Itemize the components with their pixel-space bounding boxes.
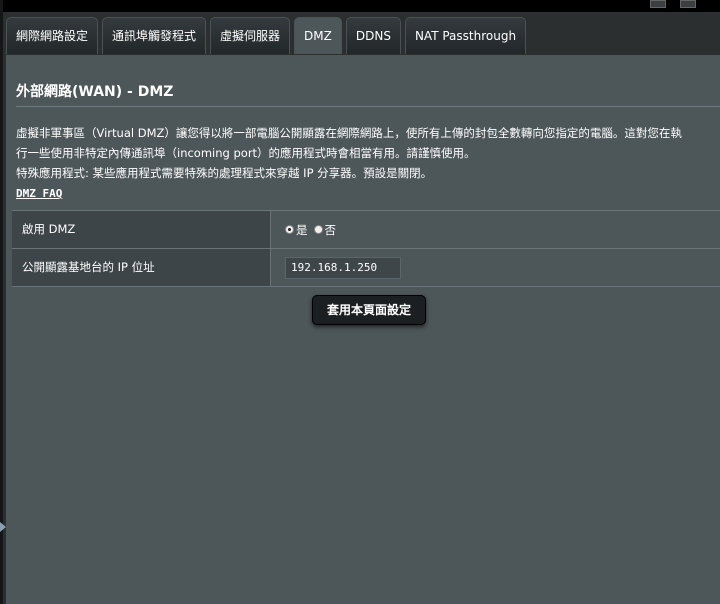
ip-address-input[interactable] xyxy=(285,256,401,279)
title-divider xyxy=(16,106,720,107)
apply-button[interactable]: 套用本頁面設定 xyxy=(312,295,426,325)
left-edge xyxy=(0,0,3,604)
radio-no[interactable] xyxy=(313,225,323,234)
description-line: 虛擬非軍事區（Virtual DMZ）讓您得以將一部電腦公開顯露在網際網路上，使… xyxy=(16,126,682,140)
tab-internet-settings[interactable]: 網際網路設定 xyxy=(6,17,99,54)
description-line: 行一些使用非特定內傳通訊埠（incoming port）的應用程式時會相當有用。… xyxy=(16,146,476,160)
ip-address-cell xyxy=(271,249,720,286)
ip-address-label: 公開顯露基地台的 IP 位址 xyxy=(12,249,271,286)
tab-nat-passthrough[interactable]: NAT Passthrough xyxy=(404,17,527,54)
tab-port-trigger[interactable]: 通訊埠觸發程式 xyxy=(102,17,207,54)
window-control-icon[interactable] xyxy=(650,0,666,8)
tab-virtual-server[interactable]: 虛擬伺服器 xyxy=(210,17,291,54)
table-row: 公開顯露基地台的 IP 位址 xyxy=(12,249,720,287)
description-line: 特殊應用程式: 某些應用程式需要特殊的處理程式來穿越 IP 分享器。預設是關閉。 xyxy=(16,166,433,180)
description: 虛擬非軍事區（Virtual DMZ）讓您得以將一部電腦公開顯露在網際網路上，使… xyxy=(16,123,682,204)
settings-table: 啟用 DMZ 是 否 公開顯露基地台的 IP 位址 xyxy=(12,210,720,287)
radio-no-label[interactable]: 否 xyxy=(325,222,337,238)
enable-dmz-options: 是 否 xyxy=(271,211,720,248)
enable-dmz-label: 啟用 DMZ xyxy=(12,211,271,248)
table-row: 啟用 DMZ 是 否 xyxy=(12,211,720,249)
window-top-strip xyxy=(0,0,720,12)
content-panel: 外部網路(WAN) - DMZ 虛擬非軍事區（Virtual DMZ）讓您得以將… xyxy=(6,55,720,604)
tab-dmz[interactable]: DMZ xyxy=(294,17,342,54)
radio-yes-label[interactable]: 是 xyxy=(296,222,308,238)
tab-bar: 網際網路設定 通訊埠觸發程式 虛擬伺服器 DMZ DDNS NAT Passth… xyxy=(6,17,530,55)
radio-yes[interactable] xyxy=(285,225,294,234)
tab-ddns[interactable]: DDNS xyxy=(345,17,401,54)
page-title: 外部網路(WAN) - DMZ xyxy=(16,84,174,100)
window-control-icon[interactable] xyxy=(680,0,696,8)
dmz-faq-link[interactable]: DMZ FAQ xyxy=(16,187,62,200)
